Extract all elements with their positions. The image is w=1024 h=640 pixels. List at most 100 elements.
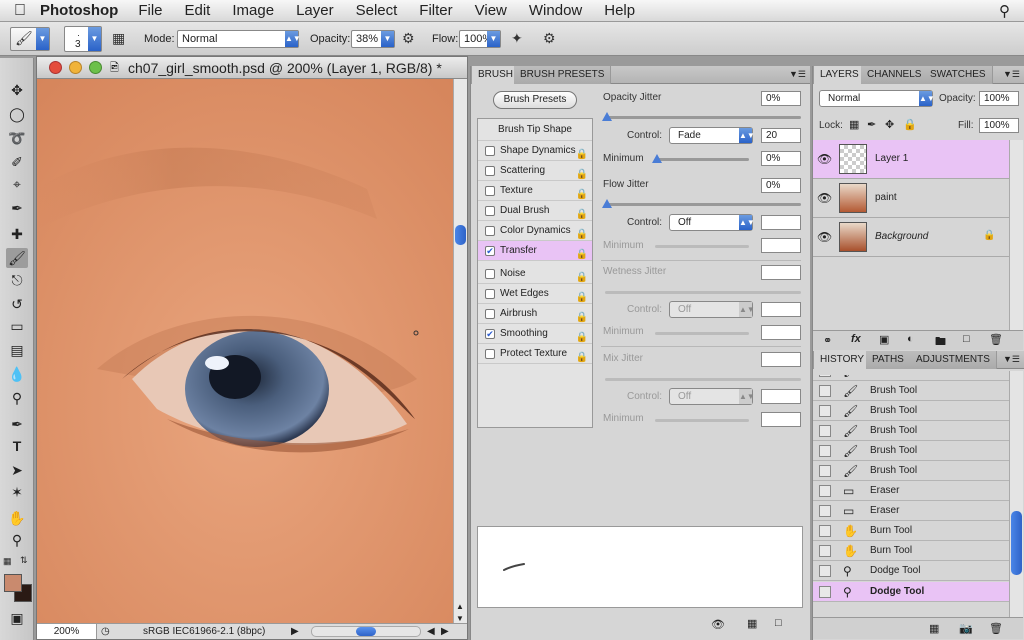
brush-presets-button[interactable]: Brush Presets [493,91,577,109]
tab-brush-presets[interactable]: BRUSH PRESETS [514,66,612,84]
menu-help[interactable]: Help [604,2,635,19]
status-menu-icon[interactable]: ▶ [291,624,299,639]
history-source-checkbox[interactable] [819,465,831,477]
history-state[interactable]: 🖌 Brush Tool [813,461,1009,481]
status-icon[interactable]: ◷ [101,624,110,639]
history-state[interactable]: ▭ Eraser [813,501,1009,521]
eyedropper-tool-icon[interactable]: ✒ [6,198,28,218]
airbrush-icon[interactable]: ✦ [511,30,523,47]
new-group-icon[interactable]: 🖿 [935,333,946,352]
new-brush-icon[interactable]: □ [775,617,782,629]
opacity-jitter-slider[interactable] [602,112,801,121]
history-brush-tool-icon[interactable]: ↺ [6,294,28,314]
brush-setting-item[interactable]: ✔ Transfer 🔒 [478,241,592,261]
control-select-flow[interactable]: Off ▲▼ [669,214,755,231]
opacity-input[interactable]: 38% ▼ [351,30,395,48]
tab-swatches[interactable]: SWATCHES [924,66,993,84]
menu-file[interactable]: File [138,2,162,19]
brush-setting-item[interactable]: Texture 🔒 [478,181,592,201]
vertical-scrollbar[interactable]: ▲ ▼ [453,79,467,623]
checkbox[interactable] [485,166,495,176]
lock-pixels-icon[interactable]: ✒ [867,118,876,131]
brush-setting-item[interactable]: Wet Edges 🔒 [478,284,592,304]
brush-grid-icon[interactable]: ▦ [747,617,757,630]
scroll-up-icon[interactable]: ▲ [456,602,464,611]
brush-setting-item[interactable]: Protect Texture 🔒 [478,344,592,364]
horizontal-scrollbar[interactable] [311,626,421,637]
checkbox[interactable] [485,269,495,279]
history-scrollbar[interactable] [1009,371,1023,619]
checkbox-checked[interactable]: ✔ [485,329,495,339]
new-document-from-state-icon[interactable]: ▦ [929,622,939,635]
brush-panel-toggle-icon[interactable]: ▦ [112,30,125,47]
layer-opacity-input[interactable]: 100% [979,91,1019,106]
snapshot-icon[interactable]: 📷 [959,622,973,635]
history-state[interactable]: 🖌 Brush Tool [813,421,1009,441]
brush-setting-item[interactable]: Dual Brush 🔒 [478,201,592,221]
document-title-bar[interactable]: 🖻 ch07_girl_smooth.psd @ 200% (Layer 1, … [37,57,467,79]
lock-transparency-icon[interactable]: ▦ [849,118,859,131]
quick-mask-icon[interactable]: ▣ [6,608,28,628]
checkbox-checked[interactable]: ✔ [485,246,495,256]
lock-icon[interactable]: 🔒 [576,348,588,368]
history-state[interactable]: ⚲ Dodge Tool [813,561,1009,581]
checkbox[interactable] [485,186,495,196]
opacity-jitter-input[interactable]: 0% [761,91,801,106]
checkbox[interactable] [485,226,495,236]
flow-input[interactable]: 100% ▼ [459,30,501,48]
flow-jitter-input[interactable]: 0% [761,178,801,193]
history-state[interactable]: ✋ Burn Tool [813,541,1009,561]
flow-jitter-slider[interactable] [602,199,801,208]
tab-adjustments[interactable]: ADJUSTMENTS [910,351,997,369]
gradient-tool-icon[interactable]: ▤ [6,340,28,360]
eye-icon[interactable]: 👁 [817,152,832,166]
brush-tip-shape-item[interactable]: Brush Tip Shape [478,119,592,141]
crop-tool-icon[interactable]: ⌖ [6,174,28,194]
history-source-checkbox[interactable] [819,565,831,577]
brush-size-picker[interactable]: · 3 ▼ [64,26,102,52]
checkbox[interactable] [485,206,495,216]
shape-tool-icon[interactable]: ✶ [6,482,28,502]
minimize-icon[interactable] [69,61,82,74]
panel-menu-icon[interactable]: ▼☰ [1003,354,1020,365]
checkbox[interactable] [485,146,495,156]
panel-menu-icon[interactable]: ▼☰ [1003,69,1020,80]
checkbox[interactable] [485,309,495,319]
brush-setting-item[interactable]: Shape Dynamics 🔒 [478,141,592,161]
zoom-level[interactable]: 200% [37,624,97,639]
zoom-tool-icon[interactable]: ⚲ [6,530,28,550]
brush-tool-icon[interactable]: 🖌 [6,248,28,268]
wetness-steps-input[interactable] [761,302,801,317]
wetness-minimum-input[interactable] [761,325,801,340]
history-source-checkbox[interactable] [819,525,831,537]
menu-edit[interactable]: Edit [185,2,211,19]
healing-tool-icon[interactable]: ✚ [6,224,28,244]
minimum-slider[interactable] [652,154,749,163]
close-icon[interactable] [49,61,62,74]
history-state[interactable]: 🖌 Brush Tool [813,401,1009,421]
panel-menu-icon[interactable]: ▼☰ [789,69,806,80]
flow-steps-input[interactable] [761,215,801,230]
lasso-tool-icon[interactable]: ➰ [6,128,28,148]
brush-setting-item[interactable]: ✔ Smoothing 🔒 [478,324,592,344]
apple-icon[interactable]:  [0,2,40,20]
brush-setting-item[interactable]: Noise 🔒 [478,264,592,284]
tab-channels[interactable]: CHANNELS [861,66,929,84]
layer-style-icon[interactable]: fx [851,333,861,345]
menu-select[interactable]: Select [356,2,398,19]
history-source-checkbox[interactable] [819,385,831,397]
history-source-checkbox[interactable] [819,505,831,517]
type-tool-icon[interactable]: T [6,436,28,456]
blend-mode-select[interactable]: Normal ▲▼ [819,90,935,107]
scroll-left-icon[interactable]: ◀ [427,624,435,639]
history-state[interactable]: 🖌 Brush Tool [813,441,1009,461]
eye-icon[interactable]: 👁 [817,191,832,205]
history-scroll-thumb[interactable] [1011,511,1022,575]
tab-brush[interactable]: BRUSH [471,66,521,84]
history-source-checkbox[interactable] [819,445,831,457]
tab-paths[interactable]: PATHS [866,351,911,369]
checkbox[interactable] [485,289,495,299]
adjustment-layer-icon[interactable]: ◐ [907,333,914,345]
menu-view[interactable]: View [475,2,507,19]
maximize-icon[interactable] [89,61,102,74]
